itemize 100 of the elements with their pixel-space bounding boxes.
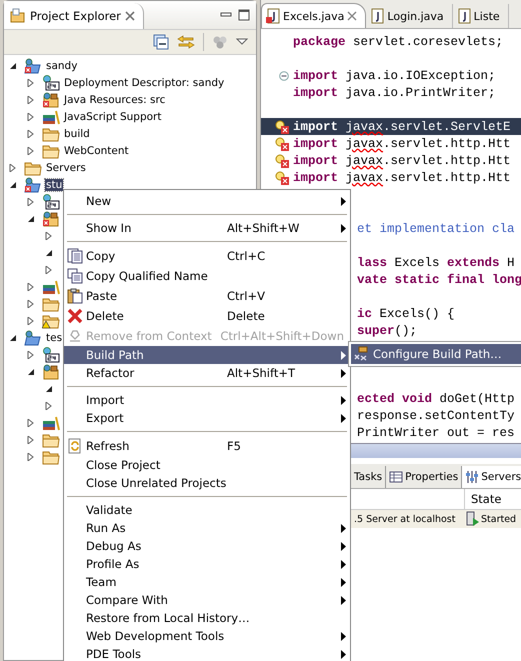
folder-icon (42, 448, 60, 464)
menu-item[interactable]: Close Unrelated Projects (64, 474, 350, 492)
close-icon[interactable] (124, 11, 135, 21)
code-line: vate static final long (356, 272, 521, 286)
expanded-arrow-icon[interactable] (9, 62, 17, 70)
delete-icon (67, 308, 83, 324)
books-icon (42, 414, 60, 430)
tree-item[interactable]: Java Resources: src (63, 94, 166, 106)
menu-item[interactable]: PDE Tools (64, 645, 350, 661)
copy-icon (67, 248, 83, 264)
expanded-arrow-icon[interactable] (9, 180, 17, 188)
collapse-all-icon[interactable] (153, 34, 169, 50)
tree-item[interactable]: tes (45, 332, 64, 344)
menu-item[interactable]: Refresh F5 (64, 436, 350, 456)
editor-tab[interactable]: Login.java (366, 4, 453, 28)
panel-tab[interactable]: Servers (462, 466, 521, 488)
collapsed-arrow-icon[interactable] (27, 112, 35, 120)
collapsed-arrow-icon[interactable] (45, 402, 53, 410)
menu-item[interactable]: Build Path (64, 346, 350, 364)
menu-item[interactable]: Delete Delete (64, 306, 350, 326)
menu-item[interactable]: Close Project (64, 456, 350, 474)
expanded-arrow-icon[interactable] (45, 248, 53, 256)
collapsed-arrow-icon[interactable] (27, 436, 35, 444)
collapsed-arrow-icon[interactable] (27, 78, 35, 86)
folder-icon (24, 160, 42, 176)
descriptor-icon (42, 194, 60, 210)
menu-item[interactable]: Configure Build Path… (351, 344, 521, 364)
menu-item[interactable]: Validate (64, 501, 350, 519)
tree-item[interactable]: Servers (45, 162, 87, 174)
menu-item[interactable]: Export (64, 409, 350, 427)
code-line: et implementation cla (356, 222, 515, 236)
error-bulb-icon[interactable] (275, 170, 289, 184)
view-menu-icon[interactable] (236, 38, 248, 46)
expanded-arrow-icon[interactable] (27, 368, 35, 376)
collapsed-arrow-icon[interactable] (27, 418, 35, 426)
code-line: import javax.servlet.http.Htt (292, 170, 511, 184)
tree-item[interactable]: stu (45, 178, 64, 190)
tree-item[interactable]: JavaScript Support (63, 110, 162, 122)
menu-item[interactable]: Paste Ctrl+V (64, 286, 350, 306)
remove-context-icon (67, 328, 83, 344)
tree-item[interactable]: Deployment Descriptor: sandy (63, 76, 226, 88)
menu-item[interactable]: New (64, 192, 350, 210)
error-bulb-icon[interactable] (275, 120, 289, 134)
menu-item[interactable]: Show In Alt+Shift+W (64, 219, 350, 237)
books-icon (42, 278, 60, 294)
refresh-icon (67, 438, 83, 454)
menu-item[interactable]: Refactor Alt+Shift+T (64, 364, 350, 382)
code-line: response.setContentTy (356, 408, 515, 422)
folders-icon (10, 8, 26, 24)
menu-item[interactable]: Copy Ctrl+C (64, 246, 350, 266)
folder-warning-icon (42, 312, 60, 328)
expanded-arrow-icon[interactable] (9, 334, 17, 342)
collapsed-arrow-icon[interactable] (9, 164, 17, 172)
menu-item[interactable]: Debug As (64, 537, 350, 555)
menu-item[interactable]: Profile As (64, 555, 350, 573)
code-line: ic Excels() { (356, 306, 455, 320)
folder-icon (42, 142, 60, 158)
table-cell-text: .5 Server at localhost (353, 514, 456, 524)
collapsed-arrow-icon[interactable] (27, 452, 35, 460)
collapsed-arrow-icon[interactable] (27, 282, 35, 290)
menu-item[interactable]: Copy Qualified Name (64, 266, 350, 286)
maximize-icon[interactable] (238, 9, 250, 21)
collapsed-arrow-icon[interactable] (27, 96, 35, 104)
copy-qualified-icon (67, 268, 83, 284)
server-started-icon (466, 511, 480, 527)
collapsed-arrow-icon[interactable] (27, 350, 35, 358)
code-line: import javax.servlet.http.Htt (292, 136, 511, 150)
expanded-arrow-icon[interactable] (27, 214, 35, 222)
collapsed-arrow-icon[interactable] (27, 198, 35, 206)
tree-item[interactable]: build (63, 128, 91, 140)
collapsed-arrow-icon[interactable] (27, 146, 35, 154)
menu-item[interactable]: Team (64, 573, 350, 591)
editor-tab[interactable]: Excels.java (261, 3, 366, 28)
menu-item[interactable]: Restore from Local History… (64, 609, 350, 627)
code-line: super(); (356, 324, 418, 338)
menu-item[interactable]: Compare With (64, 591, 350, 609)
fold-icon[interactable] (279, 70, 289, 80)
editor-tab[interactable]: Liste (452, 4, 509, 28)
tree-item[interactable]: sandy (45, 60, 78, 72)
menu-item[interactable]: Run As (64, 519, 350, 537)
collapsed-arrow-icon[interactable] (27, 316, 35, 324)
menu-item[interactable]: Web Development Tools (64, 627, 350, 645)
folder-icon (42, 432, 60, 448)
column-header[interactable]: State (465, 492, 502, 506)
menu-item[interactable]: Import (64, 391, 350, 409)
error-bulb-icon[interactable] (275, 154, 289, 168)
table-cell: Started (481, 514, 516, 524)
code-line: ected void doGet(Http (356, 392, 515, 406)
view-tab[interactable]: Project Explorer (4, 3, 144, 29)
close-icon[interactable] (347, 11, 358, 21)
error-bulb-icon[interactable] (275, 136, 289, 150)
collapsed-arrow-icon[interactable] (27, 130, 35, 138)
expanded-arrow-icon[interactable] (45, 384, 53, 392)
tree-item[interactable]: WebContent (63, 144, 130, 156)
collapsed-arrow-icon[interactable] (45, 232, 53, 240)
descriptor-icon (42, 346, 60, 362)
code-line: package servlet.coresevlets; (292, 34, 504, 48)
collapsed-arrow-icon[interactable] (45, 266, 53, 274)
link-arrows-icon[interactable] (177, 34, 195, 50)
collapsed-arrow-icon[interactable] (27, 300, 35, 308)
